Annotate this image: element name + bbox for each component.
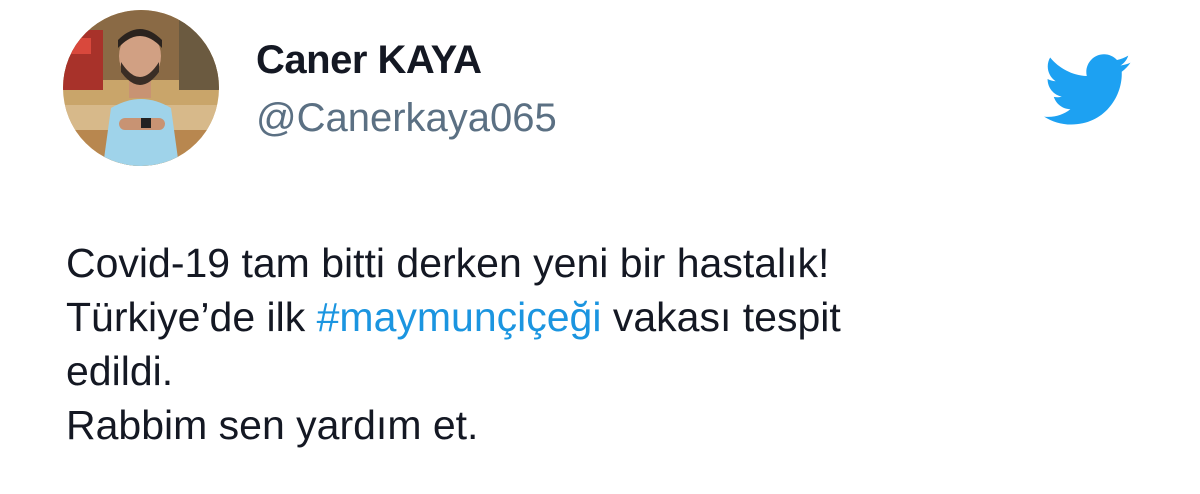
avatar[interactable] bbox=[63, 10, 219, 166]
author-display-name[interactable]: Caner KAYA bbox=[256, 38, 482, 83]
author-handle[interactable]: @Canerkaya065 bbox=[256, 96, 557, 141]
hashtag-link[interactable]: #maymunçiçeği bbox=[317, 294, 602, 340]
twitter-bird-shape bbox=[1044, 54, 1131, 125]
twitter-bird-icon[interactable] bbox=[1044, 54, 1132, 126]
tweet-line-3: edildi. bbox=[66, 348, 174, 394]
avatar-photo bbox=[63, 10, 219, 166]
tweet-line-4: Rabbim sen yardım et. bbox=[66, 402, 479, 448]
tweet-line-1: Covid-19 tam bitti derken yeni bir hasta… bbox=[66, 240, 830, 286]
tweet-text: Covid-19 tam bitti derken yeni bir hasta… bbox=[66, 236, 1146, 452]
tweet-line-2: Türkiye’de ilk #maymunçiçeği vakası tesp… bbox=[66, 290, 1146, 344]
tweet-card: Caner KAYA @Canerkaya065 Covid-19 tam bi… bbox=[0, 0, 1200, 494]
tweet-line-2-end: vakası tespit bbox=[601, 294, 841, 340]
tweet-line-2-start: Türkiye’de ilk bbox=[66, 294, 317, 340]
